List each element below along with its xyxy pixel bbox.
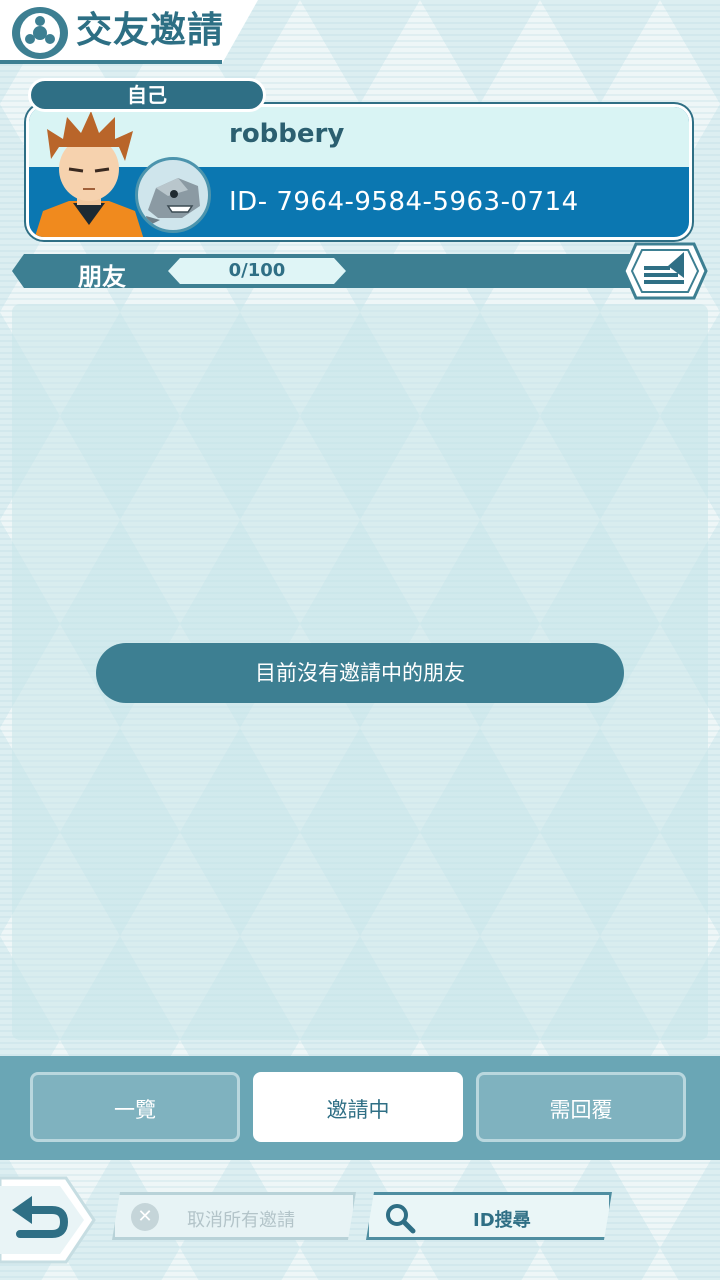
close-icon: ✕	[131, 1203, 159, 1231]
tab-inviting[interactable]: 邀請中	[253, 1072, 463, 1142]
trainer-avatar	[29, 107, 149, 237]
cancel-all-label: 取消所有邀請	[187, 1210, 295, 1231]
screen-header: 交友邀請	[0, 0, 258, 64]
cancel-all-invites-button[interactable]: ✕ 取消所有邀請	[112, 1192, 356, 1240]
friends-icon	[12, 7, 68, 59]
self-tag: 自己	[28, 78, 266, 112]
back-button[interactable]	[0, 1172, 98, 1268]
profile-id: ID- 7964-9584-5963-0714	[229, 187, 579, 217]
back-arrow-icon	[0, 1176, 96, 1264]
empty-message: 目前沒有邀請中的朋友	[96, 643, 624, 703]
partner-pokemon-icon	[135, 157, 211, 233]
friends-label: 朋友	[78, 263, 126, 291]
id-search-label: ID搜尋	[473, 1210, 531, 1231]
sort-button[interactable]	[622, 242, 708, 300]
sort-icon	[622, 242, 708, 300]
profile-name: robbery	[229, 119, 345, 149]
profile-card[interactable]: robbery ID- 7964-9584-5963-0714	[26, 104, 692, 240]
search-icon	[383, 1201, 417, 1235]
tab-list[interactable]: 一覽	[30, 1072, 240, 1142]
tab-needs-reply[interactable]: 需回覆	[476, 1072, 686, 1142]
id-search-button[interactable]: ID搜尋	[366, 1192, 612, 1240]
friends-count: 0/100	[168, 258, 346, 284]
page-title: 交友邀請	[76, 10, 225, 51]
